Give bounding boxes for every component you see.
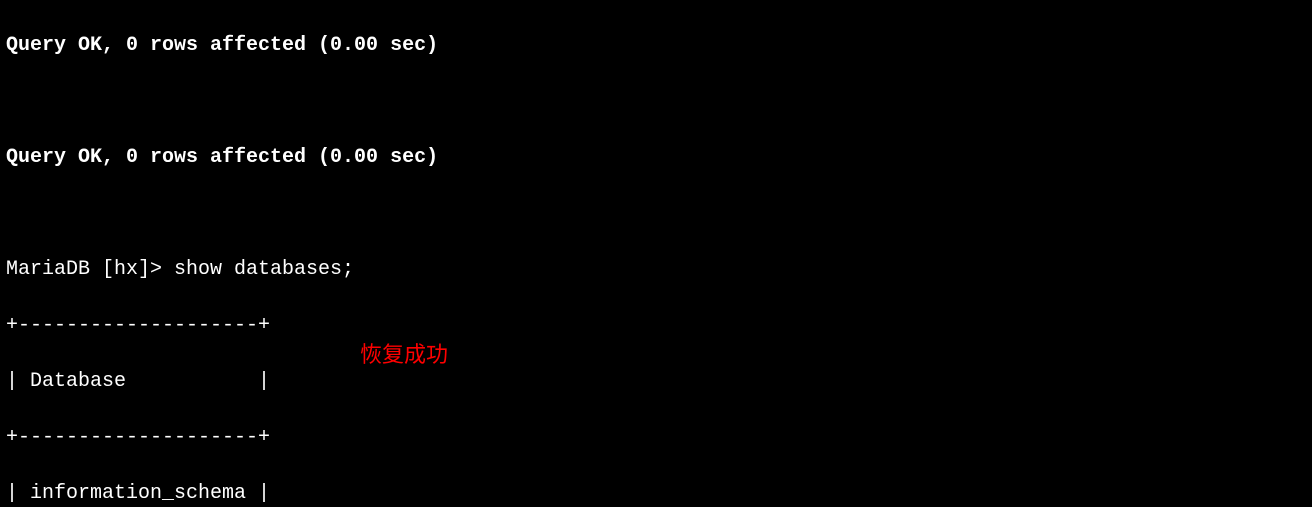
query-result-line: Query OK, 0 rows affected (0.00 sec) bbox=[6, 32, 1306, 60]
prompt-command-line: MariaDB [hx]> show databases; bbox=[6, 256, 1306, 284]
table-border: +--------------------+ bbox=[6, 424, 1306, 452]
table-border: +--------------------+ bbox=[6, 312, 1306, 340]
table-row: | information_schema | bbox=[6, 480, 1306, 507]
blank-line bbox=[6, 200, 1306, 228]
terminal-output: Query OK, 0 rows affected (0.00 sec) Que… bbox=[0, 0, 1312, 507]
query-result-line: Query OK, 0 rows affected (0.00 sec) bbox=[6, 144, 1306, 172]
blank-line bbox=[6, 88, 1306, 116]
annotation-label: 恢复成功 bbox=[360, 340, 448, 371]
table-header: | Database | bbox=[6, 368, 1306, 396]
